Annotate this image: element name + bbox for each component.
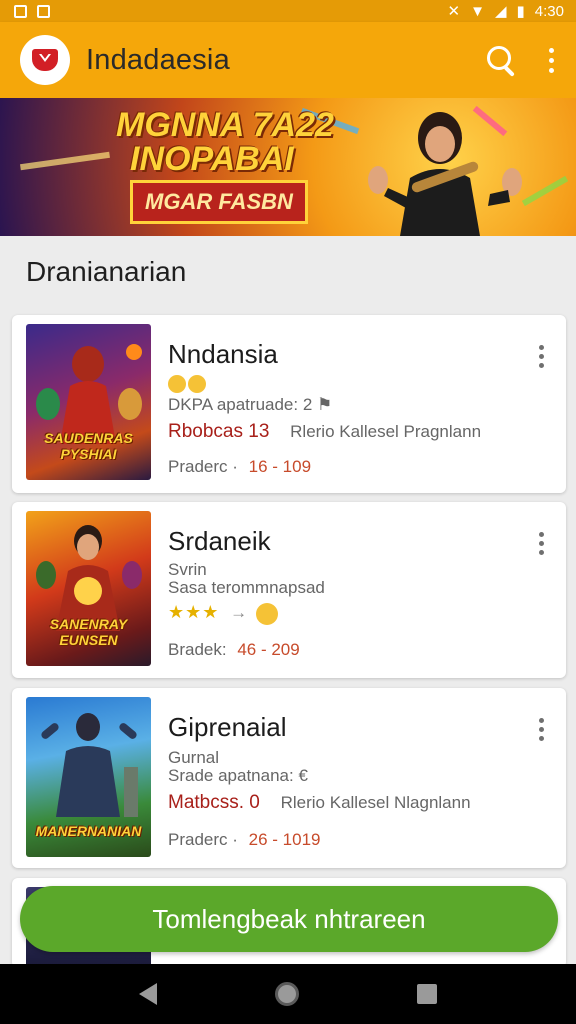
card-menu-icon[interactable] — [536, 528, 546, 558]
banner-headline: MGNNA 7A22 — [116, 106, 334, 144]
game-title: Srdaneik — [168, 526, 271, 556]
mute-icon: ✕ — [447, 2, 461, 20]
rating-value: 46 - 209 — [237, 640, 300, 659]
game-title: Nndansia — [168, 339, 278, 369]
game-thumbnail: SANENRAY EUNSEN — [26, 511, 151, 666]
notification-icon — [37, 4, 50, 18]
game-meta: DKPA apatruade: 2 ⚑ — [168, 395, 333, 414]
app-logo[interactable] — [20, 35, 70, 85]
rating-value: 26 - 1019 — [248, 830, 321, 849]
rating-label: Praderc · — [168, 830, 238, 849]
section-title: Dranianarian — [26, 256, 187, 287]
system-navigation-bar — [0, 964, 576, 1024]
notification-icon — [14, 4, 27, 18]
emoji-icon — [168, 374, 186, 393]
game-rating-row: Praderc · 16 - 109 — [168, 457, 311, 477]
rating-label: Praderc · — [168, 457, 238, 476]
app-bar-actions — [484, 43, 558, 77]
card-menu-icon[interactable] — [536, 714, 546, 744]
card-emoji-row — [168, 373, 206, 393]
game-thumbnail: MANERNANIAN — [26, 697, 151, 857]
game-details: Matbcѕs. 0 Rlerio Kallesel Nlagnlann — [168, 792, 471, 814]
game-publisher: Rlerio Kallesel Nlagnlann — [280, 793, 471, 812]
banner-hero-illustration — [368, 112, 522, 236]
game-description: Srade apatnana: € — [168, 766, 308, 785]
game-thumbnail: SAUDENRAS PYSHIAI — [26, 324, 151, 480]
star-rating-icon: ★★★ — [168, 602, 220, 622]
banner-cta: MGAR FASBN — [130, 180, 308, 224]
game-rating-row: Praderc · 26 - 1019 — [168, 830, 321, 850]
game-meta: Svrin — [168, 560, 207, 579]
game-price: Rbobcаs 13 — [168, 421, 270, 442]
arrow-icon: → — [230, 603, 248, 622]
game-title: Giprenaial — [168, 712, 287, 742]
system-icons: ✕ ▼ ◢ ▮ 4:30 — [448, 4, 564, 19]
notification-icons — [14, 4, 50, 18]
game-card[interactable]: SANENRAY EUNSEN Srdaneik Svrin Sasa tero… — [12, 502, 566, 678]
wifi-icon: ▼ — [470, 2, 485, 20]
banner-subheadline: INOPABAI — [130, 140, 294, 178]
card-menu-icon[interactable] — [536, 341, 546, 371]
home-icon[interactable] — [275, 982, 299, 1006]
battery-icon: ▮ — [516, 2, 525, 20]
status-bar: ✕ ▼ ◢ ▮ 4:30 — [0, 0, 576, 22]
primary-cta-button[interactable]: Tomlengbeak nhtrareen — [20, 886, 558, 952]
overflow-menu-icon[interactable] — [544, 43, 558, 77]
thumbnail-label: MANERNANIAN — [35, 822, 142, 839]
app-title: Indadaesia — [86, 43, 230, 76]
back-icon[interactable] — [139, 983, 157, 1005]
rating-label: Bradek: — [168, 640, 227, 659]
signal-icon: ◢ — [494, 2, 507, 20]
promo-banner[interactable]: MGNNA 7A22 INOPABAI MGAR FASBN — [0, 98, 576, 236]
game-meta: Gurnal — [168, 748, 220, 767]
game-rating-row: Bradek: 46 - 209 — [168, 640, 300, 660]
search-icon[interactable] — [484, 43, 518, 77]
shield-logo-icon — [32, 49, 58, 71]
game-price: Matbcѕs. 0 — [168, 792, 260, 813]
game-card[interactable]: MANERNANIAN Giprenaial Gurnal Srade apat… — [12, 688, 566, 868]
game-description: Sasa terommnapsad — [168, 578, 325, 597]
game-details: Rbobcаs 13 Rlerio Kallesel Pragnlann — [168, 421, 481, 443]
app-bar: Indadaesia — [0, 22, 576, 98]
game-stars-row: ★★★ → — [168, 602, 278, 625]
status-time: 4:30 — [534, 2, 564, 20]
thumbnail-label: SANENRAY EUNSEN — [49, 616, 128, 648]
emoji-icon — [188, 374, 206, 393]
game-card[interactable]: SAUDENRAS PYSHIAI Nndansia DKPA apatruad… — [12, 315, 566, 493]
game-publisher: Rlerio Kallesel Pragnlann — [290, 422, 482, 441]
rating-value: 16 - 109 — [248, 457, 312, 476]
recents-icon[interactable] — [417, 984, 437, 1004]
thumbnail-label: SAUDENRAS PYSHIAI — [44, 430, 133, 462]
emoji-icon — [255, 602, 278, 625]
